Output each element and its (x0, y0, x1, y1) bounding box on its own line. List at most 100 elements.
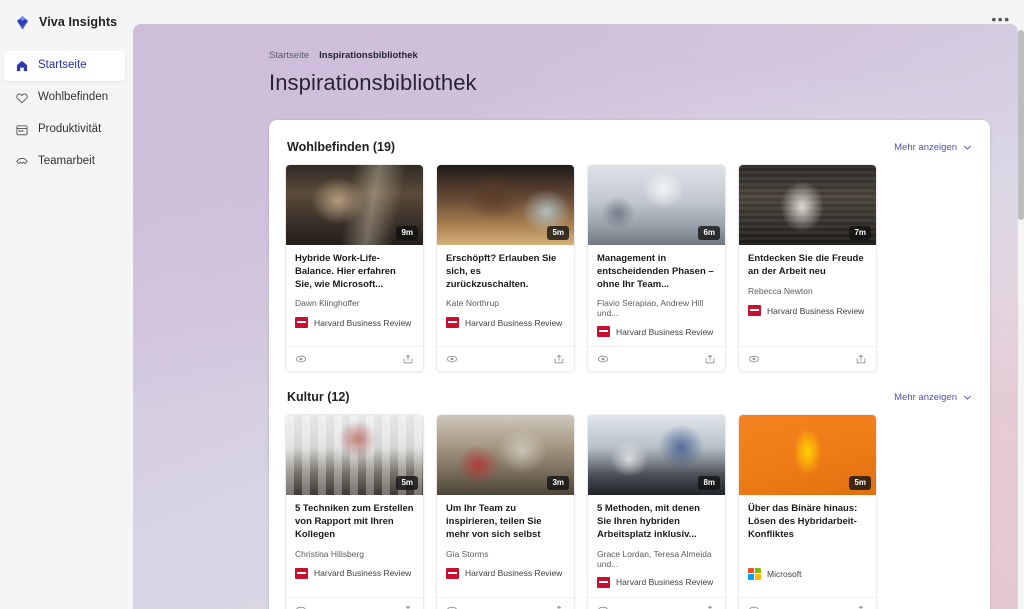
card-title: 5 Techniken zum Erstellen von Rapport mi… (295, 503, 414, 541)
calendar-icon (14, 123, 29, 138)
hbr-logo-icon (295, 317, 308, 328)
card-footer (588, 346, 725, 371)
card-list: 9m Hybride Work-Life-Balance. Hier erfah… (285, 164, 974, 372)
share-icon[interactable] (704, 353, 716, 365)
content-card[interactable]: 7m Entdecken Sie die Freude an der Arbei… (738, 164, 877, 372)
content-card[interactable]: 5m Über das Binäre hinaus: Lösen des Hyb… (738, 414, 877, 609)
card-body: Über das Binäre hinaus: Lösen des Hybrid… (739, 495, 876, 587)
eye-icon[interactable] (748, 604, 760, 609)
card-source-name: Harvard Business Review (314, 318, 411, 328)
duration-badge: 5m (396, 476, 418, 490)
hbr-logo-icon (295, 568, 308, 579)
show-more-button[interactable]: Mehr anzeigen (894, 142, 972, 153)
card-footer (286, 597, 423, 609)
eye-icon[interactable] (295, 604, 307, 609)
card-footer (286, 346, 423, 371)
duration-badge: 8m (698, 476, 720, 490)
content-card[interactable]: 8m 5 Methoden, mit denen Sie Ihren hybri… (587, 414, 726, 609)
eye-icon[interactable] (446, 604, 458, 609)
breadcrumb: Startseite Inspirationsbibliothek (133, 24, 1018, 61)
content-card[interactable]: 9m Hybride Work-Life-Balance. Hier erfah… (285, 164, 424, 372)
sidebar-item-produktivitaet[interactable]: Produktivität (4, 115, 125, 145)
content-card[interactable]: 5m 5 Techniken zum Erstellen von Rapport… (285, 414, 424, 609)
share-icon[interactable] (704, 604, 716, 609)
eye-icon[interactable] (295, 353, 307, 365)
scrollbar-thumb[interactable] (1018, 30, 1024, 220)
show-more-label: Mehr anzeigen (894, 142, 957, 153)
eye-icon[interactable] (446, 353, 458, 365)
card-author: Flavio Serapiao, Andrew Hill und... (597, 298, 716, 318)
card-source-name: Harvard Business Review (616, 327, 713, 337)
card-source: Harvard Business Review (597, 577, 716, 588)
card-source-name: Harvard Business Review (767, 306, 864, 316)
sidebar-item-label: Teamarbeit (38, 156, 95, 168)
viva-insights-app: Viva Insights Startseite Wohlbefinden (0, 0, 1024, 609)
show-more-button[interactable]: Mehr anzeigen (894, 392, 972, 403)
card-footer (437, 346, 574, 371)
duration-badge: 9m (396, 226, 418, 240)
card-title: 5 Methoden, mit denen Sie Ihren hybriden… (597, 503, 716, 541)
share-icon[interactable] (402, 353, 414, 365)
sidebar-item-teamarbeit[interactable]: Teamarbeit (4, 147, 125, 177)
section-header: Kultur (12) Mehr anzeigen (285, 386, 974, 414)
card-title: Management in entscheidenden Phasen – oh… (597, 253, 716, 291)
share-icon[interactable] (402, 604, 414, 609)
card-source: Harvard Business Review (446, 568, 565, 579)
eye-icon[interactable] (597, 604, 609, 609)
content-card[interactable]: 3m Um Ihr Team zu inspirieren, teilen Si… (436, 414, 575, 609)
card-source: Harvard Business Review (295, 568, 414, 579)
viva-insights-diamond-icon (14, 14, 31, 31)
card-author: Gia Storms (446, 549, 565, 560)
content-card[interactable]: 6m Management in entscheidenden Phasen –… (587, 164, 726, 372)
breadcrumb-home[interactable]: Startseite (269, 50, 309, 61)
card-body: Um Ihr Team zu inspirieren, teilen Sie m… (437, 495, 574, 587)
card-source-name: Harvard Business Review (616, 577, 713, 587)
eye-icon[interactable] (748, 353, 760, 365)
section-header: Wohlbefinden (19) Mehr anzeigen (285, 136, 974, 164)
share-icon[interactable] (553, 353, 565, 365)
duration-badge: 3m (547, 476, 569, 490)
heart-icon (14, 91, 29, 106)
sidebar-nav: Startseite Wohlbefinden Produktiv (0, 51, 133, 177)
content-scroll-area: Startseite Inspirationsbibliothek Inspir… (133, 24, 1018, 609)
card-footer (437, 597, 574, 609)
card-thumbnail: 5m (739, 415, 876, 495)
share-icon[interactable] (855, 604, 867, 609)
card-source: Harvard Business Review (295, 317, 414, 328)
card-author: Kate Northrup (446, 298, 565, 309)
chevron-down-icon (963, 393, 972, 402)
brand-title: Viva Insights (39, 15, 117, 29)
share-icon[interactable] (855, 353, 867, 365)
hbr-logo-icon (597, 326, 610, 337)
card-thumbnail: 3m (437, 415, 574, 495)
card-thumbnail: 7m (739, 165, 876, 245)
vertical-scrollbar[interactable] (1018, 24, 1024, 609)
home-icon (14, 59, 29, 74)
card-source-name: Microsoft (767, 569, 801, 579)
brand: Viva Insights (0, 4, 133, 40)
card-source-name: Harvard Business Review (314, 568, 411, 578)
card-author: Rebecca Newton (748, 286, 867, 297)
card-body: Entdecken Sie die Freude an der Arbeit n… (739, 245, 876, 337)
card-source: Harvard Business Review (748, 305, 867, 316)
card-footer (739, 346, 876, 371)
card-body: 5 Techniken zum Erstellen von Rapport mi… (286, 495, 423, 587)
library-panel: Wohlbefinden (19) Mehr anzeigen 9m (269, 120, 990, 609)
card-list: 5m 5 Techniken zum Erstellen von Rapport… (285, 414, 974, 609)
handshake-icon (14, 155, 29, 170)
more-options-button[interactable]: ••• (988, 8, 1014, 30)
card-source: Harvard Business Review (597, 326, 716, 337)
card-footer (739, 597, 876, 609)
share-icon[interactable] (553, 604, 565, 609)
section-kultur: Kultur (12) Mehr anzeigen 5m (285, 386, 974, 609)
card-thumbnail: 9m (286, 165, 423, 245)
hbr-logo-icon (748, 305, 761, 316)
card-source: Harvard Business Review (446, 317, 565, 328)
sidebar-item-startseite[interactable]: Startseite (4, 51, 125, 81)
eye-icon[interactable] (597, 353, 609, 365)
card-body: Erschöpft? Erlauben Sie sich, es zurückz… (437, 245, 574, 337)
microsoft-logo-icon (748, 568, 761, 580)
card-body: Management in entscheidenden Phasen – oh… (588, 245, 725, 337)
sidebar-item-wohlbefinden[interactable]: Wohlbefinden (4, 83, 125, 113)
content-card[interactable]: 5m Erschöpft? Erlauben Sie sich, es zurü… (436, 164, 575, 372)
